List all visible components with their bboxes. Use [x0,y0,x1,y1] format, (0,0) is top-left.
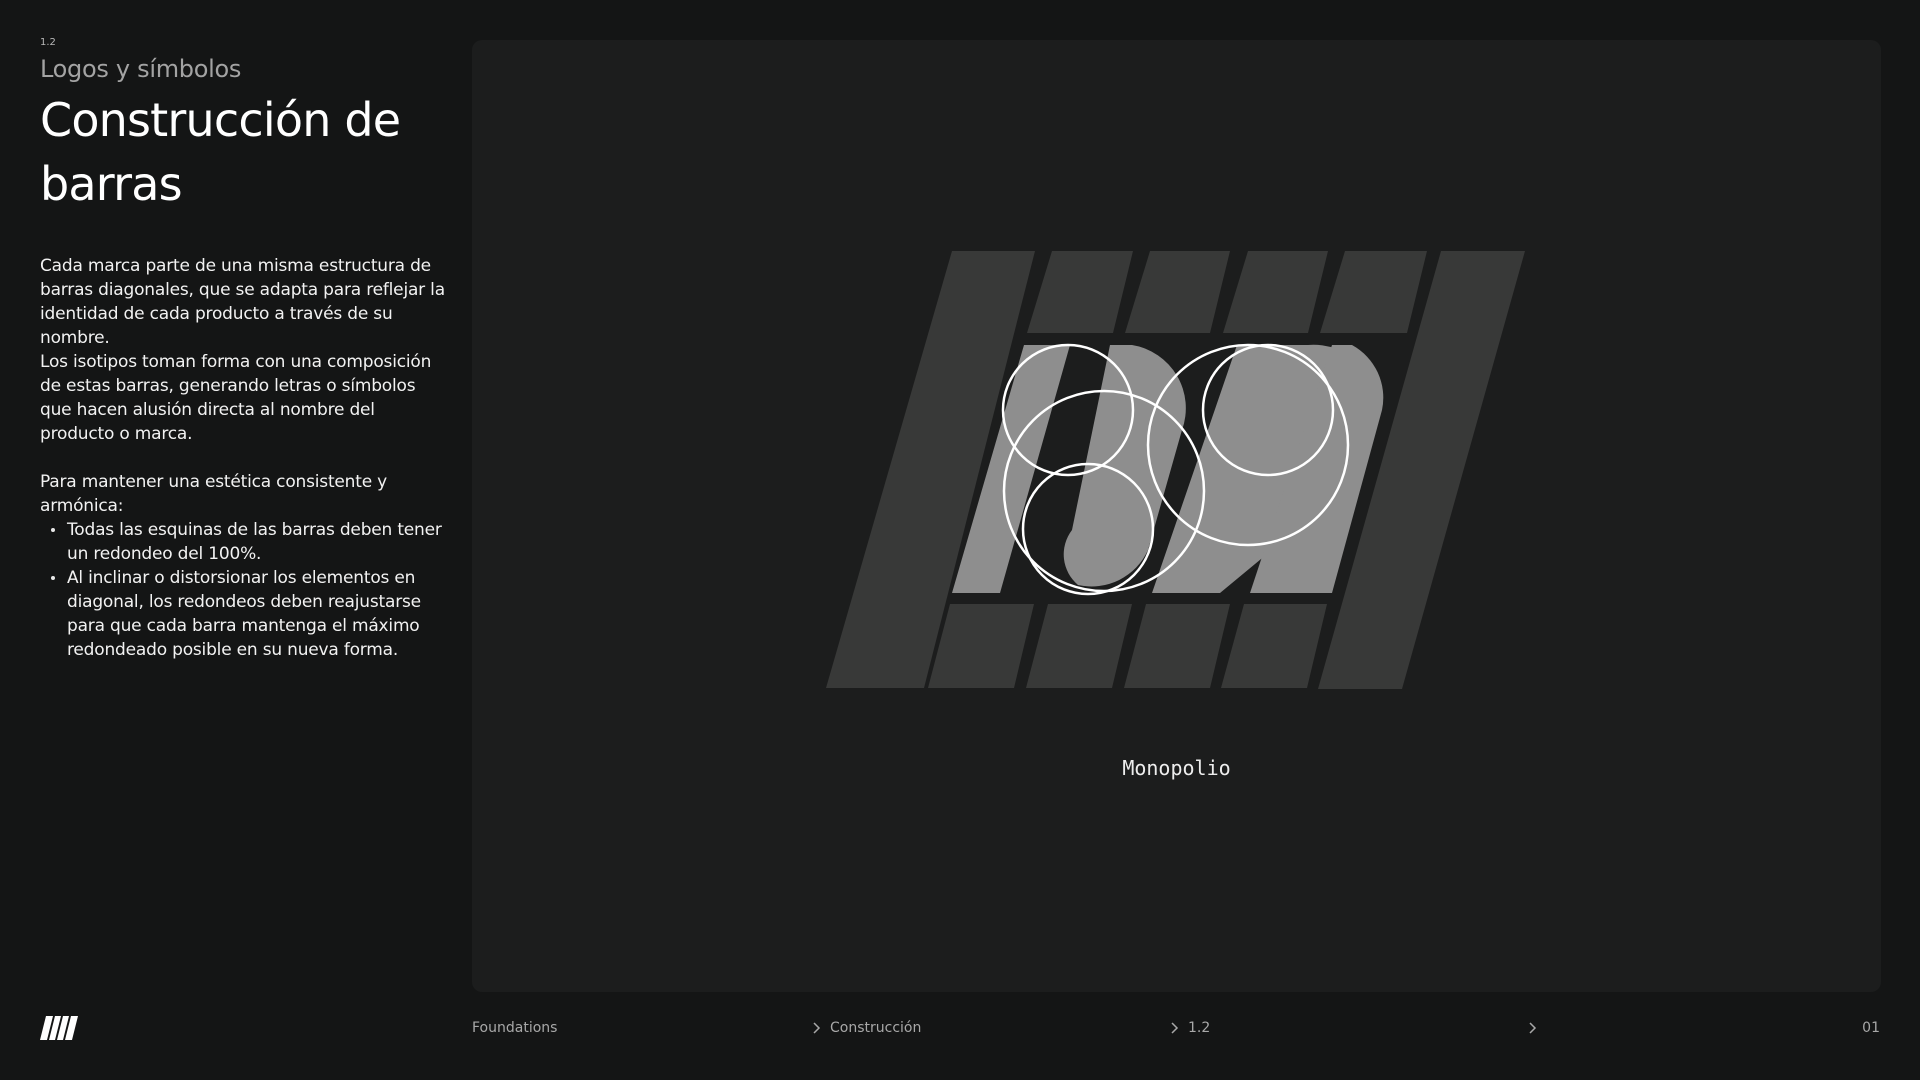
chevron-right-icon [1171,1022,1179,1034]
bar-bottom-2 [1026,604,1132,688]
chevron-right-icon [813,1022,821,1034]
bar-bottom-1 [928,604,1034,688]
diagonal-bar-grid [826,251,1525,689]
monogram-letters [952,344,1384,593]
bar-top-2 [1125,251,1230,333]
breadcrumb-construccion[interactable]: Construcción [830,1020,921,1036]
bar-bottom-3 [1124,604,1230,688]
brand-bars-icon[interactable] [40,1016,80,1040]
bar-bottom-4 [1221,604,1327,688]
chevron-right-icon[interactable] [1526,1020,1540,1036]
page-title: Construcción de barras [40,88,440,216]
breadcrumb-foundations[interactable]: Foundations [472,1020,557,1036]
section-subtitle: Logos y símbolos [40,55,242,83]
paragraph-structure: Cada marca parte de una misma estructura… [40,256,445,348]
section-number: 1.2 [40,37,56,48]
monopolio-logo-construction [826,251,1525,689]
page-title-line-1: Construcción de [40,93,401,147]
bar-top-1 [1027,251,1133,333]
paragraph-isotypes: Los isotipos toman forma con una composi… [40,352,432,444]
breadcrumb-section-number[interactable]: 1.2 [1188,1020,1210,1036]
paragraph-consistency: Para mantener una estética consistente y… [40,472,388,516]
body-text: Cada marca parte de una misma estructura… [40,254,445,662]
page-number: 01 [1862,1020,1880,1036]
bar-top-4 [1320,251,1427,333]
rule-item-diagonal-rounding: Al inclinar o distorsionar los elementos… [40,566,445,662]
rule-item-rounded-corners: Todas las esquinas de las barras deben t… [40,518,445,566]
logo-caption: Monopolio [1122,756,1231,780]
slide-page: 1.2 Logos y símbolos Construcción de bar… [0,0,1920,1080]
figure-canvas: Monopolio [472,40,1881,992]
header-block: 1.2 Logos y símbolos Construcción de bar… [40,38,440,247]
bar-top-3 [1223,251,1328,333]
page-title-line-2: barras [40,157,183,211]
rules-list: Todas las esquinas de las barras deben t… [40,518,445,662]
